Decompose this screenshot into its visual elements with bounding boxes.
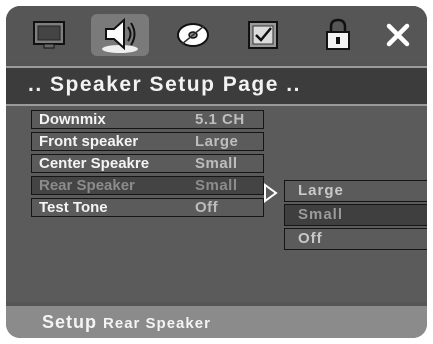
setup-window: .. Speaker Setup Page .. Downmix 5.1 CH … (6, 6, 427, 338)
menu-item-center-speaker[interactable]: Center Speakre Small (31, 154, 264, 173)
menu-item-label: Front speaker (39, 133, 139, 150)
submenu-pointer-icon (263, 183, 279, 208)
rear-speaker-options: Large Small Off (284, 180, 427, 252)
menu-item-label: Center Speakre (39, 155, 150, 172)
close-icon[interactable] (369, 14, 427, 56)
option-off[interactable]: Off (284, 228, 427, 250)
menu-item-front-speaker[interactable]: Front speaker Large (31, 132, 264, 151)
menu-item-value: Off (195, 199, 219, 216)
option-large[interactable]: Large (284, 180, 427, 202)
status-bar: Setup Rear Speaker (6, 306, 427, 338)
speaker-settings-menu: Downmix 5.1 CH Front speaker Large Cente… (31, 110, 264, 220)
status-prefix: Setup (42, 312, 98, 332)
disc-icon[interactable] (164, 14, 222, 56)
icon-bar (6, 6, 427, 62)
preferences-icon[interactable] (234, 14, 292, 56)
menu-item-value: Small (195, 177, 238, 194)
tv-icon[interactable] (20, 14, 78, 56)
menu-item-rear-speaker[interactable]: Rear Speaker Small (31, 176, 264, 195)
menu-item-label: Downmix (39, 111, 106, 128)
speaker-icon[interactable] (91, 14, 149, 56)
menu-item-test-tone[interactable]: Test Tone Off (31, 198, 264, 217)
menu-item-label: Test Tone (39, 199, 108, 216)
option-small[interactable]: Small (284, 204, 427, 226)
menu-item-label: Rear Speaker (39, 177, 135, 194)
page-title-bar: .. Speaker Setup Page .. (6, 66, 427, 106)
lock-icon[interactable] (309, 14, 367, 56)
status-item: Rear Speaker (103, 315, 211, 332)
menu-item-value: Small (195, 155, 238, 172)
menu-item-value: Large (195, 133, 239, 150)
menu-item-value: 5.1 CH (195, 111, 245, 128)
status-text: Setup Rear Speaker (42, 312, 211, 333)
menu-item-downmix[interactable]: Downmix 5.1 CH (31, 110, 264, 129)
page-title: .. Speaker Setup Page .. (28, 73, 301, 96)
